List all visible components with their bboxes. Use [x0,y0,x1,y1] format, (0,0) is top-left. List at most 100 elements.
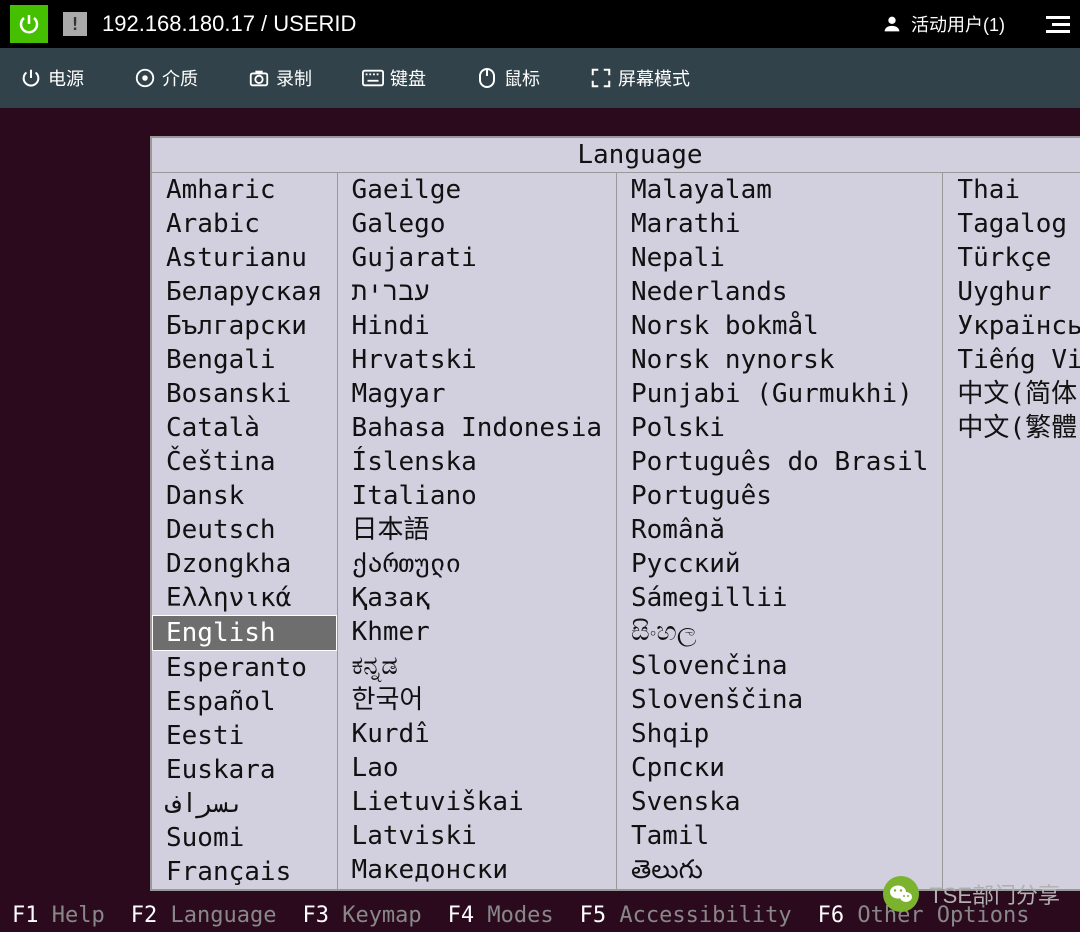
language-option[interactable]: 한국어 [338,683,616,717]
language-option[interactable]: Slovenčina [617,649,942,683]
language-option[interactable]: Bahasa Indonesia [338,411,616,445]
language-option[interactable]: Khmer [338,615,616,649]
language-option[interactable]: Punjabi (Gurmukhi) [617,377,942,411]
toolbar-keyboard-label: 键盘 [390,65,426,91]
toolbar: 电源 介质 录制 键盘 鼠标 屏幕模式 [0,48,1080,108]
language-option[interactable]: Thai [943,173,1080,207]
language-option[interactable]: Lao [338,751,616,785]
language-option[interactable]: Français [152,855,337,889]
language-option[interactable]: Српски [617,751,942,785]
language-option[interactable]: Eesti [152,719,337,753]
language-option[interactable]: Polski [617,411,942,445]
language-option[interactable]: Português do Brasil [617,445,942,479]
language-option[interactable]: Українська [943,309,1080,343]
fullscreen-icon [590,67,612,89]
language-option[interactable]: Íslenska [338,445,616,479]
toolbar-screen-mode-label: 屏幕模式 [618,65,690,91]
language-option[interactable]: Malayalam [617,173,942,207]
menu-button[interactable] [1040,9,1070,39]
language-option[interactable]: Latviski [338,819,616,853]
language-option[interactable]: Български [152,309,337,343]
language-option[interactable]: Қазақ [338,581,616,615]
language-option[interactable]: ىسراف [152,787,337,821]
language-option[interactable]: Gaeilge [338,173,616,207]
language-option[interactable]: Galego [338,207,616,241]
language-option[interactable]: සිංහල [617,615,942,649]
language-option[interactable]: Català [152,411,337,445]
language-option[interactable]: Nepali [617,241,942,275]
language-option[interactable]: Italiano [338,479,616,513]
language-option[interactable]: 日本語 [338,513,616,547]
language-option[interactable]: Bosanski [152,377,337,411]
language-option[interactable]: Tagalog [943,207,1080,241]
watermark-text: TSE部门分享 [929,878,1060,910]
language-option[interactable]: Slovenščina [617,683,942,717]
language-option[interactable]: Asturianu [152,241,337,275]
fkey-key: F6 [818,903,845,928]
toolbar-mouse[interactable]: 鼠标 [476,65,540,91]
language-option[interactable]: Bengali [152,343,337,377]
user-icon [881,13,903,35]
fkey-help[interactable]: F1 Help [12,903,105,928]
toolbar-media[interactable]: 介质 [134,65,198,91]
language-option[interactable]: Suomi [152,821,337,855]
active-users[interactable]: 活动用户(1) [881,11,1005,37]
language-option[interactable]: Gujarati [338,241,616,275]
toolbar-screen-mode[interactable]: 屏幕模式 [590,65,690,91]
language-option[interactable]: Dansk [152,479,337,513]
language-option[interactable]: 中文(简体) [943,377,1080,411]
language-option[interactable]: Беларуская [152,275,337,309]
alert-button[interactable]: ! [63,12,87,36]
language-option[interactable]: Español [152,685,337,719]
language-column: ThaiTagalogTürkçeUyghurУкраїнськаTiếng V… [943,173,1080,889]
fkey-language[interactable]: F2 Language [131,903,277,928]
power-on-button[interactable] [10,5,48,43]
language-option[interactable]: Lietuviškai [338,785,616,819]
language-option[interactable]: Amharic [152,173,337,207]
language-option[interactable]: Русский [617,547,942,581]
language-option[interactable]: 中文(繁體) [943,411,1080,445]
language-option[interactable]: Deutsch [152,513,337,547]
language-option[interactable]: Dzongkha [152,547,337,581]
language-option[interactable]: Македонски [338,853,616,887]
fkey-label: Help [39,903,105,928]
language-option[interactable]: Hindi [338,309,616,343]
language-option[interactable]: Kurdî [338,717,616,751]
language-option[interactable]: ಕನ್ನಡ [338,649,616,683]
fkey-modes[interactable]: F4 Modes [448,903,554,928]
toolbar-power[interactable]: 电源 [20,65,84,91]
toolbar-keyboard[interactable]: 键盘 [362,65,426,91]
language-dialog-title: Language [152,138,1080,173]
language-option[interactable]: Euskara [152,753,337,787]
language-option[interactable]: עברית [338,275,616,309]
language-option[interactable]: Arabic [152,207,337,241]
language-option[interactable]: English [152,615,337,651]
language-option[interactable]: Esperanto [152,651,337,685]
toolbar-media-label: 介质 [162,65,198,91]
alert-icon: ! [70,14,81,35]
toolbar-mouse-label: 鼠标 [504,65,540,91]
language-option[interactable]: Marathi [617,207,942,241]
language-option[interactable]: Ελληνικά [152,581,337,615]
language-option[interactable]: Sámegillii [617,581,942,615]
language-option[interactable]: Română [617,513,942,547]
wechat-icon [883,876,919,912]
fkey-accessibility[interactable]: F5 Accessibility [580,903,792,928]
language-option[interactable]: Tamil [617,819,942,853]
language-option[interactable]: Čeština [152,445,337,479]
toolbar-record[interactable]: 录制 [248,65,312,91]
language-option[interactable]: Shqip [617,717,942,751]
language-option[interactable]: Norsk bokmål [617,309,942,343]
language-option[interactable]: Uyghur [943,275,1080,309]
keyboard-icon [362,67,384,89]
language-option[interactable]: Português [617,479,942,513]
language-option[interactable]: Magyar [338,377,616,411]
language-option[interactable]: Tiếng Việt [943,343,1080,377]
language-option[interactable]: Svenska [617,785,942,819]
language-option[interactable]: Norsk nynorsk [617,343,942,377]
language-option[interactable]: ქართული [338,547,616,581]
language-option[interactable]: Nederlands [617,275,942,309]
language-option[interactable]: Hrvatski [338,343,616,377]
fkey-keymap[interactable]: F3 Keymap [302,903,421,928]
language-option[interactable]: Türkçe [943,241,1080,275]
